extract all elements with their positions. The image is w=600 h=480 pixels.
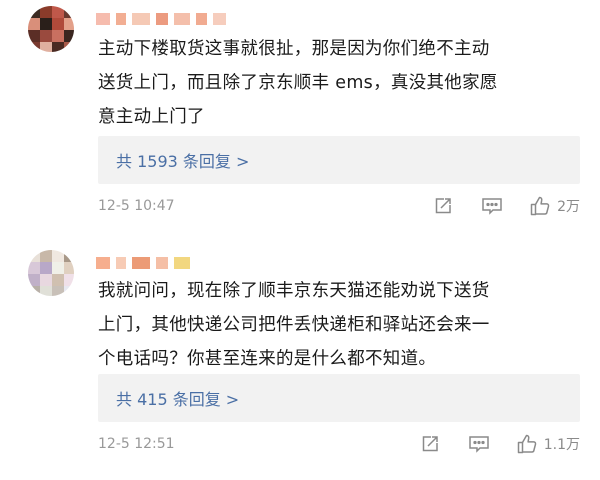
username-blur-block [132, 13, 150, 25]
like-count: 1.1万 [543, 437, 580, 453]
avatar-pixel [28, 18, 40, 30]
avatar-pixel [28, 42, 40, 52]
username-blur-block [116, 257, 126, 269]
avatar-pixel [64, 286, 74, 296]
username-blur-block [116, 13, 126, 25]
avatar-pixel [28, 262, 40, 274]
avatar-pixel [40, 30, 52, 42]
username-blur-block [174, 13, 190, 25]
avatar-pixel [64, 6, 74, 18]
username-blur-block [96, 257, 110, 269]
avatar-pixel [52, 286, 64, 296]
username-blur-block [132, 257, 150, 269]
comment-text-line: 主动下楼取货这事就很扯，那是因为你们绝不主动 [98, 39, 490, 59]
avatar-pixel [52, 30, 64, 42]
thumbs-up-icon [517, 434, 537, 454]
like-button[interactable]: 1.1万 [516, 433, 580, 455]
comment-icon [468, 436, 489, 453]
avatar-pixel [52, 6, 64, 18]
avatar-pixel [28, 274, 40, 286]
avatar-pixel [52, 250, 64, 262]
comment-button[interactable] [481, 196, 503, 216]
comment-meta: 12-5 10:47 2万 [98, 194, 580, 218]
avatar[interactable] [28, 6, 74, 52]
username-blur-block [213, 13, 226, 25]
comment-text: 我就问问，现在除了顺丰京东天猫还能劝说下送货 上门，其他快递公司把件丢快递柜和驿… [98, 274, 578, 376]
avatar-pixel [64, 274, 74, 286]
username-blur-block [196, 13, 207, 25]
share-button[interactable] [433, 196, 453, 216]
comment: 我就问问，现在除了顺丰京东天猫还能劝说下送货 上门，其他快递公司把件丢快递柜和驿… [0, 236, 600, 480]
view-replies-button[interactable]: 共 1593 条回复 > [98, 136, 580, 184]
comment-text-line: 我就问问，现在除了顺丰京东天猫还能劝说下送货 [98, 281, 490, 301]
like-count: 2万 [557, 199, 580, 215]
avatar-pixel [52, 274, 64, 286]
timestamp: 12-5 10:47 [98, 198, 175, 214]
comment-actions: 1.1万 [420, 433, 580, 455]
username-blur-block [156, 13, 168, 25]
comment-text: 主动下楼取货这事就很扯，那是因为你们绝不主动 送货上门，而且除了京东顺丰 ems… [98, 32, 578, 134]
comment-text-line: 上门，其他快递公司把件丢快递柜和驿站还会来一 [98, 315, 490, 335]
view-replies-button[interactable]: 共 415 条回复 > [98, 374, 580, 422]
avatar-pixel [64, 42, 74, 52]
avatar-pixel [40, 42, 52, 52]
avatar-pixel [64, 30, 74, 42]
comment-text-line: 送货上门，而且除了京东顺丰 ems，真没其他家愿 [98, 73, 498, 93]
avatar-pixel [28, 250, 40, 262]
avatar-pixel [40, 18, 52, 30]
avatar-pixel [40, 6, 52, 18]
avatar-pixel [52, 262, 64, 274]
comment-button[interactable] [468, 434, 490, 454]
timestamp: 12-5 12:51 [98, 436, 175, 452]
avatar-pixel [28, 6, 40, 18]
avatar-pixel [40, 250, 52, 262]
avatar-pixel [64, 262, 74, 274]
like-button[interactable]: 2万 [529, 195, 580, 217]
share-icon [435, 198, 451, 214]
avatar-pixel [40, 286, 52, 296]
username-blurred[interactable] [96, 10, 226, 28]
avatar[interactable] [28, 250, 74, 296]
avatar-pixel [28, 30, 40, 42]
comment-meta: 12-5 12:51 1.1万 [98, 432, 580, 456]
comment-text-line: 意主动上门了 [98, 107, 205, 127]
avatar-pixel [52, 18, 64, 30]
share-button[interactable] [420, 434, 440, 454]
thumbs-up-icon [530, 196, 550, 216]
username-blur-block [156, 257, 168, 269]
username-blurred[interactable] [96, 254, 190, 272]
share-icon [422, 436, 438, 452]
avatar-pixel [64, 18, 74, 30]
avatar-pixel [28, 286, 40, 296]
avatar-pixel [40, 262, 52, 274]
comment-text-line: 个电话吗？你甚至连来的是什么都不知道。 [98, 349, 437, 369]
comment-icon [482, 198, 502, 215]
avatar-pixel [64, 250, 74, 262]
avatar-pixel [40, 274, 52, 286]
comment-actions: 2万 [433, 195, 580, 217]
comment: 主动下楼取货这事就很扯，那是因为你们绝不主动 送货上门，而且除了京东顺丰 ems… [0, 0, 600, 236]
username-blur-block [174, 257, 190, 269]
avatar-pixel [52, 42, 64, 52]
username-blur-block [96, 13, 110, 25]
